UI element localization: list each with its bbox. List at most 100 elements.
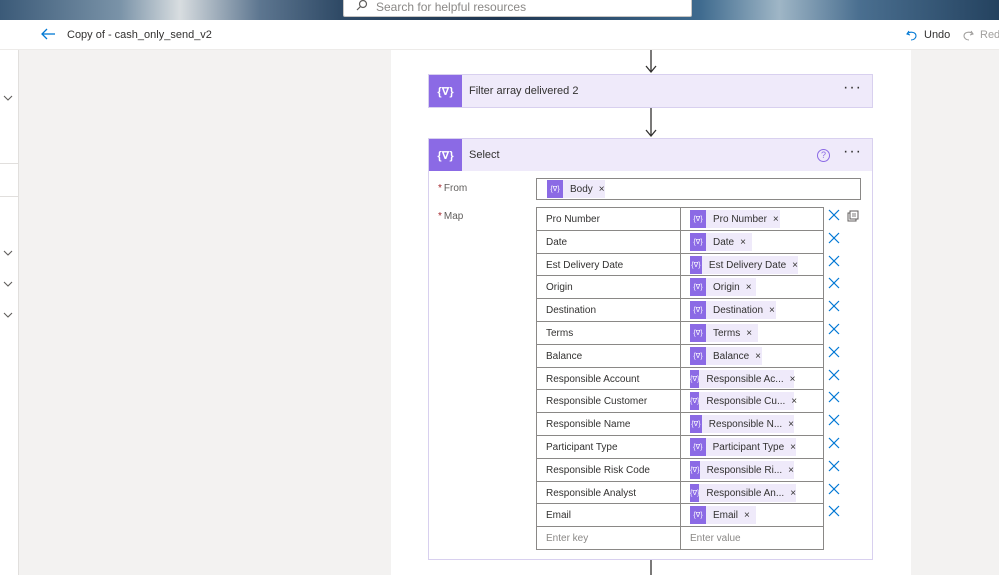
more-options-icon[interactable]: ··· (843, 79, 862, 97)
delete-row-icon[interactable] (828, 277, 840, 289)
map-key-cell[interactable]: Email (536, 503, 680, 526)
delete-row-icon[interactable] (828, 391, 840, 403)
dynamic-content-token[interactable]: {∇} Participant Type × (690, 438, 796, 456)
dynamic-content-token[interactable]: {∇} Responsible N... × (690, 415, 794, 433)
map-value-cell[interactable]: {∇} Date × (680, 230, 824, 253)
dynamic-content-token[interactable]: {∇} Est Delivery Date × (690, 256, 798, 274)
redo-button[interactable]: Red (962, 27, 999, 43)
remove-token-icon[interactable]: × (746, 328, 752, 339)
map-value-cell[interactable]: {∇} Responsible An... × (680, 481, 824, 504)
map-key-cell[interactable]: Responsible Risk Code (536, 458, 680, 481)
map-value-cell[interactable]: {∇} Participant Type × (680, 435, 824, 458)
chevron-down-icon[interactable] (3, 94, 13, 102)
chevron-down-icon[interactable] (3, 280, 13, 288)
dynamic-content-token[interactable]: {∇} Date × (690, 233, 752, 251)
map-key-cell[interactable]: Origin (536, 275, 680, 298)
command-bar: Copy of - cash_only_send_v2 Undo Red (0, 20, 999, 50)
map-value-cell[interactable]: {∇} Terms × (680, 321, 824, 344)
dynamic-content-token[interactable]: {∇} Body × (547, 180, 605, 198)
map-key-cell[interactable]: Destination (536, 298, 680, 321)
map-value-cell[interactable]: {∇} Pro Number × (680, 207, 824, 230)
help-icon[interactable]: ? (817, 149, 830, 162)
token-label: Pro Number (713, 213, 767, 225)
remove-token-icon[interactable]: × (788, 419, 794, 430)
remove-token-icon[interactable]: × (755, 351, 761, 362)
remove-token-icon[interactable]: × (746, 282, 752, 293)
from-label: * From (438, 183, 468, 194)
remove-token-icon[interactable]: × (792, 260, 798, 271)
map-key-cell[interactable]: Est Delivery Date (536, 253, 680, 276)
filter-array-action[interactable]: {∇} Filter array delivered 2 ··· (428, 74, 873, 108)
token-label: Est Delivery Date (708, 259, 787, 271)
map-key-cell[interactable]: Participant Type (536, 435, 680, 458)
map-key-cell[interactable]: Terms (536, 321, 680, 344)
left-panel-selected-item[interactable] (0, 163, 18, 197)
search-box[interactable]: Search for helpful resources (343, 0, 692, 17)
map-key-cell[interactable]: Responsible Name (536, 412, 680, 435)
dynamic-content-token[interactable]: {∇} Terms × (690, 324, 758, 342)
map-key-cell[interactable]: Pro Number (536, 207, 680, 230)
remove-token-icon[interactable]: × (791, 396, 797, 407)
remove-token-icon[interactable]: × (740, 237, 746, 248)
delete-row-icon[interactable] (828, 437, 840, 449)
value-input[interactable]: Enter value (680, 526, 824, 550)
map-value-cell[interactable]: {∇} Responsible Cu... × (680, 389, 824, 412)
map-value-cell[interactable]: {∇} Responsible Ri... × (680, 458, 824, 481)
map-key-cell[interactable]: Responsible Account (536, 367, 680, 390)
key-input[interactable]: Enter key (536, 526, 680, 550)
more-options-icon[interactable]: ··· (843, 143, 862, 161)
map-key-cell[interactable]: Responsible Customer (536, 389, 680, 412)
search-placeholder: Search for helpful resources (376, 0, 527, 14)
map-key-cell[interactable]: Date (536, 230, 680, 253)
dynamic-content-token[interactable]: {∇} Responsible Ri... × (690, 461, 794, 479)
dynamic-content-token[interactable]: {∇} Pro Number × (690, 210, 780, 228)
dynamic-content-token[interactable]: {∇} Origin × (690, 278, 756, 296)
back-arrow-icon[interactable] (40, 27, 56, 41)
remove-token-icon[interactable]: × (790, 374, 796, 385)
remove-token-icon[interactable]: × (773, 214, 779, 225)
map-value-cell[interactable]: {∇} Responsible Ac... × (680, 367, 824, 390)
token-icon: {∇} (690, 461, 700, 479)
remove-token-icon[interactable]: × (599, 184, 605, 195)
select-action-header[interactable]: {∇} Select ? ··· (428, 138, 873, 172)
switch-mode-icon[interactable] (847, 210, 859, 222)
dynamic-content-token[interactable]: {∇} Balance × (690, 347, 762, 365)
remove-token-icon[interactable]: × (790, 488, 796, 499)
remove-token-icon[interactable]: × (744, 510, 750, 521)
data-operation-icon: {∇} (429, 75, 462, 107)
map-key-cell[interactable]: Balance (536, 344, 680, 367)
map-row: Est Delivery Date {∇} Est Delivery Date × (536, 253, 840, 276)
dynamic-content-token[interactable]: {∇} Responsible Cu... × (690, 392, 797, 410)
from-field[interactable]: {∇} Body × (536, 178, 861, 200)
delete-row-icon[interactable] (828, 232, 840, 244)
map-value-cell[interactable]: {∇} Origin × (680, 275, 824, 298)
delete-row-icon[interactable] (828, 255, 840, 267)
map-value-cell[interactable]: {∇} Est Delivery Date × (680, 253, 824, 276)
map-key-cell[interactable]: Responsible Analyst (536, 481, 680, 504)
remove-token-icon[interactable]: × (769, 305, 775, 316)
delete-row-icon[interactable] (828, 369, 840, 381)
map-value-cell[interactable]: {∇} Responsible N... × (680, 412, 824, 435)
dynamic-content-token[interactable]: {∇} Responsible An... × (690, 484, 796, 502)
delete-row-icon[interactable] (828, 209, 840, 221)
map-value-cell[interactable]: {∇} Email × (680, 503, 824, 526)
delete-row-icon[interactable] (828, 323, 840, 335)
remove-token-icon[interactable]: × (790, 442, 796, 453)
remove-token-icon[interactable]: × (788, 465, 794, 476)
chevron-down-icon[interactable] (3, 249, 13, 257)
delete-row-icon[interactable] (828, 460, 840, 472)
undo-button[interactable]: Undo (906, 27, 950, 43)
map-label: * Map (438, 211, 464, 222)
delete-row-icon[interactable] (828, 483, 840, 495)
token-label: Email (713, 509, 739, 521)
delete-row-icon[interactable] (828, 300, 840, 312)
dynamic-content-token[interactable]: {∇} Responsible Ac... × (690, 370, 796, 388)
map-value-cell[interactable]: {∇} Destination × (680, 298, 824, 321)
delete-row-icon[interactable] (828, 505, 840, 517)
dynamic-content-token[interactable]: {∇} Destination × (690, 301, 776, 319)
dynamic-content-token[interactable]: {∇} Email × (690, 506, 756, 524)
delete-row-icon[interactable] (828, 346, 840, 358)
map-value-cell[interactable]: {∇} Balance × (680, 344, 824, 367)
chevron-down-icon[interactable] (3, 311, 13, 319)
delete-row-icon[interactable] (828, 414, 840, 426)
